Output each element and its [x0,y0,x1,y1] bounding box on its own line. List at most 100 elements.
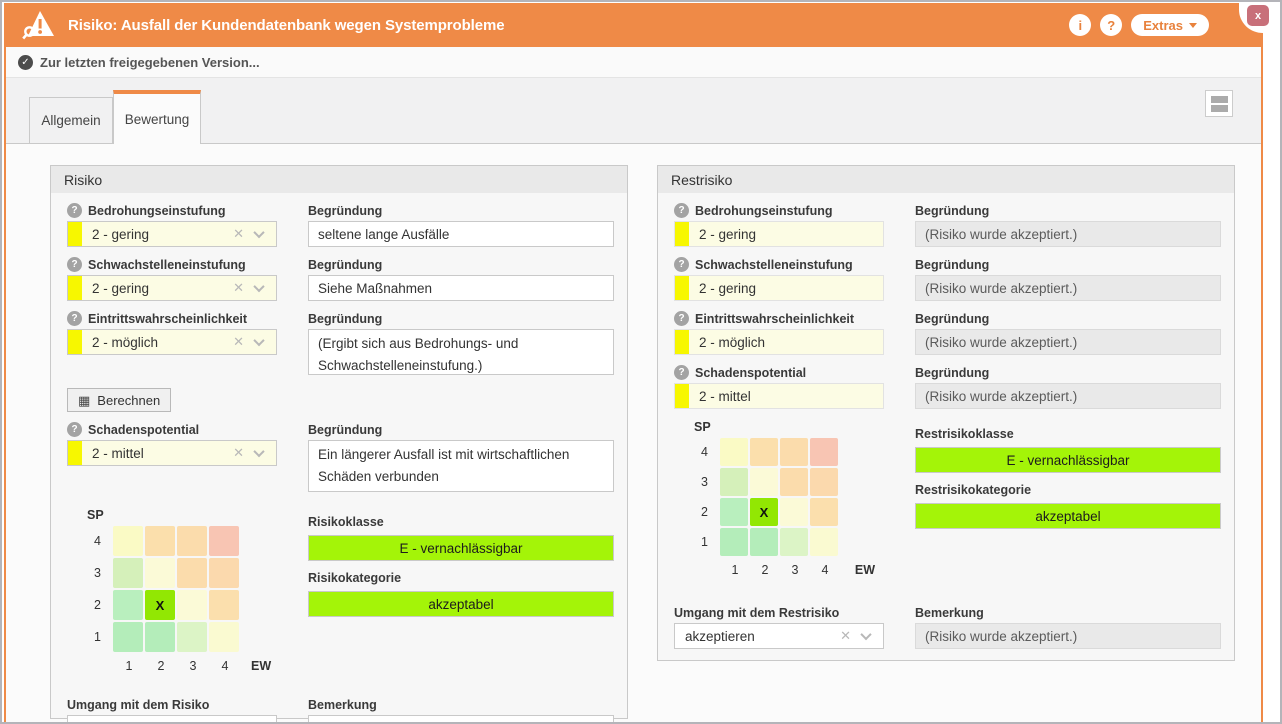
bedrohung-label-row: ? Bedrohungseinstufung [67,202,277,219]
help-circle-icon[interactable]: ? [67,422,82,437]
tab-bewertung[interactable]: Bewertung [113,90,201,144]
matrix-cell-sp3-ew2 [145,558,175,588]
schaden-dropdown[interactable]: 2 - mittel ✕ [67,440,277,466]
help-circle-icon[interactable]: ? [674,203,689,218]
risk-dialog-window: Risiko: Ausfall der Kundendatenbank wege… [4,3,1263,722]
help-circle-icon[interactable]: ? [674,311,689,326]
rest-bedrohung-label-row: ? Bedrohungseinstufung [674,202,884,219]
clear-icon[interactable]: ✕ [233,226,244,242]
matrix-cell-sp4-ew1 [113,526,143,556]
page-title: Risiko: Ausfall der Kundendatenbank wege… [68,17,1069,34]
severity-color-chip [68,441,82,465]
eintritt-begruendung-textarea[interactable]: (Ergibt sich aus Bedrohungs- und Schwach… [308,329,614,375]
info-button[interactable]: i [1069,14,1091,36]
matrix-cell-sp2-ew2: X [750,498,778,526]
schwachstellen-dropdown[interactable]: 2 - gering ✕ [67,275,277,301]
rest-eintritt-label-row: ? Eintrittswahrscheinlichkeit [674,310,884,327]
help-circle-icon[interactable]: ? [674,365,689,380]
extras-label: Extras [1143,18,1183,33]
matrix-cell-sp1-ew1 [113,622,143,652]
severity-color-chip [68,222,82,246]
matrix-cell-sp1-ew4 [209,622,239,652]
chevron-down-icon[interactable] [253,446,264,457]
matrix-cell-sp2-ew1 [113,590,143,620]
screenshot-frame: Risiko: Ausfall der Kundendatenbank wege… [0,0,1282,724]
check-icon: ✓ [18,55,33,70]
matrix-row-labels: 4 3 2 1 [674,438,720,558]
bemerkung-input[interactable] [308,715,614,724]
matrix-cell-sp4-ew3 [177,526,207,556]
matrix-sp-axis-label: SP [694,420,884,434]
begruendung-label: Begründung [915,202,1221,219]
rest-bemerkung-readonly: (Risiko wurde akzeptiert.) [915,623,1221,649]
risikoklasse-value-bar: E - vernachlässigbar [308,535,614,561]
matrix-cell-sp4-ew4 [209,526,239,556]
rest-schaden-label-row: ? Schadenspotential [674,364,884,381]
eintritt-label-row: ? Eintrittswahrscheinlichkeit [67,310,277,327]
tab-strip: Allgemein Bewertung [6,78,1261,144]
tab-allgemein[interactable]: Allgemein [29,97,113,143]
bedrohung-dropdown[interactable]: 2 - gering ✕ [67,221,277,247]
help-circle-icon[interactable]: ? [67,203,82,218]
matrix-cell-sp3-ew3 [780,468,808,496]
extras-button[interactable]: Extras [1131,14,1209,36]
matrix-cell-sp2-ew3 [780,498,808,526]
matrix-row-labels: 4 3 2 1 [67,526,113,654]
clear-icon[interactable]: ✕ [840,628,851,644]
chevron-down-icon[interactable] [253,281,264,292]
matrix-cell-sp4-ew1 [720,438,748,466]
matrix-col-labels: 1 2 3 4 EW [113,659,277,673]
begruendung-label: Begründung [308,310,614,327]
matrix-cell-sp1-ew3 [177,622,207,652]
begruendung-label: Begründung [915,256,1221,273]
bemerkung-label: Bemerkung [915,604,1221,621]
help-circle-icon[interactable]: ? [67,257,82,272]
help-button[interactable]: ? [1100,14,1122,36]
restrisikokategorie-value-bar: akzeptabel [915,503,1221,529]
chevron-down-icon[interactable] [253,227,264,238]
rest-eintritt-begruendung-readonly: (Risiko wurde akzeptiert.) [915,329,1221,355]
clear-icon[interactable]: ✕ [233,280,244,296]
layout-toggle-button[interactable] [1205,90,1233,117]
umgang-restrisiko-dropdown[interactable]: akzeptieren ✕ [674,623,884,649]
bemerkung-label: Bemerkung [308,696,614,713]
severity-color-chip [68,330,82,354]
schaden-label-row: ? Schadenspotential [67,421,277,438]
calculator-icon: ▦ [78,394,90,407]
matrix-cell-sp2-ew4 [810,498,838,526]
matrix-cell-sp2-ew1 [720,498,748,526]
help-circle-icon[interactable]: ? [67,311,82,326]
schaden-begruendung-textarea[interactable]: Ein längerer Ausfall ist mit wirtschaftl… [308,440,614,492]
help-icon: ? [1107,18,1115,33]
eintritt-dropdown[interactable]: 2 - möglich ✕ [67,329,277,355]
umgang-risiko-dropdown[interactable]: akzeptieren ✕ [67,715,277,724]
restrisikokategorie-label: Restrisikokategorie [915,483,1221,500]
rest-schwachstellen-label-row: ? Schwachstelleneinstufung [674,256,884,273]
schwachstellen-begruendung-input[interactable] [308,275,614,301]
clear-icon[interactable]: ✕ [233,445,244,461]
berechnen-button[interactable]: ▦ Berechnen [67,388,171,412]
rest-schwachstellen-begruendung-readonly: (Risiko wurde akzeptiert.) [915,275,1221,301]
layout-toggle-icon [1211,105,1228,112]
matrix-cell-sp3-ew3 [177,558,207,588]
last-approved-version-link[interactable]: Zur letzten freigegebenen Version... [40,55,260,70]
severity-color-chip [675,276,689,300]
matrix-cell-sp1-ew2 [145,622,175,652]
chevron-down-icon[interactable] [253,335,264,346]
severity-color-chip [68,276,82,300]
schwachstellen-label-row: ? Schwachstelleneinstufung [67,256,277,273]
titlebar: Risiko: Ausfall der Kundendatenbank wege… [6,3,1261,47]
matrix-cell-sp3-ew2 [750,468,778,496]
close-button[interactable]: x [1247,5,1269,26]
chevron-down-icon[interactable] [860,629,871,640]
restrisiko-panel: Restrisiko ? Bedrohungseinstufung 2 - ge… [657,165,1235,661]
begruendung-label: Begründung [915,364,1221,381]
matrix-cell-sp1-ew4 [810,528,838,556]
clear-icon[interactable]: ✕ [233,720,244,724]
matrix-cell-sp3-ew4 [209,558,239,588]
help-circle-icon[interactable]: ? [674,257,689,272]
begruendung-label: Begründung [308,202,614,219]
bedrohung-begruendung-input[interactable] [308,221,614,247]
clear-icon[interactable]: ✕ [233,334,244,350]
severity-color-chip [675,384,689,408]
